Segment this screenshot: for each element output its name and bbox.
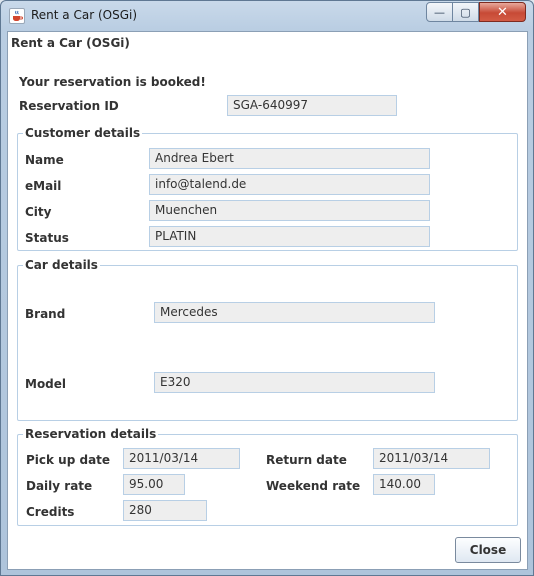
booking-message: Your reservation is booked! <box>19 75 206 89</box>
credits-label: Credits <box>26 505 75 519</box>
window-close-button[interactable]: ✕ <box>479 2 526 22</box>
weekend-rate-label: Weekend rate <box>266 479 361 493</box>
reservation-id-field[interactable]: SGA-640997 <box>227 95 397 116</box>
name-label: Name <box>25 153 64 167</box>
daily-rate-field[interactable]: 95.00 <box>123 474 185 495</box>
frame-title: Rent a Car (OSGi) <box>11 36 130 50</box>
java-cup-icon <box>9 8 25 24</box>
model-field[interactable]: E320 <box>154 372 435 393</box>
reservation-details-title: Reservation details <box>23 427 159 441</box>
customer-details-title: Customer details <box>23 126 143 140</box>
close-button[interactable]: Close <box>455 537 521 563</box>
credits-field[interactable]: 280 <box>123 500 207 521</box>
car-details-title: Car details <box>23 258 100 272</box>
content-pane: Rent a Car (OSGi) Your reservation is bo… <box>7 31 528 570</box>
brand-label: Brand <box>25 307 66 321</box>
minimize-icon: — <box>434 5 445 19</box>
status-label: Status <box>25 231 69 245</box>
return-date-label: Return date <box>266 453 347 467</box>
minimize-button[interactable]: — <box>426 2 453 22</box>
email-field[interactable]: info@talend.de <box>149 174 430 195</box>
reservation-id-label: Reservation ID <box>19 99 119 113</box>
app-window: Rent a Car (OSGi) — ▢ ✕ Rent a Car (OSGi… <box>0 0 534 576</box>
pickup-date-field[interactable]: 2011/03/14 <box>123 448 240 469</box>
window-title: Rent a Car (OSGi) <box>31 8 138 22</box>
return-date-field[interactable]: 2011/03/14 <box>373 448 490 469</box>
weekend-rate-field[interactable]: 140.00 <box>373 474 435 495</box>
city-field[interactable]: Muenchen <box>149 200 430 221</box>
title-bar[interactable]: Rent a Car (OSGi) — ▢ ✕ <box>1 1 533 31</box>
maximize-button[interactable]: ▢ <box>452 2 479 22</box>
customer-details-group: Customer details Name Andrea Ebert eMail… <box>17 126 518 251</box>
car-details-group: Car details Brand Mercedes Model E320 <box>17 258 518 421</box>
name-field[interactable]: Andrea Ebert <box>149 148 430 169</box>
daily-rate-label: Daily rate <box>26 479 93 493</box>
close-icon: ✕ <box>497 4 508 20</box>
brand-field[interactable]: Mercedes <box>154 302 435 323</box>
reservation-details-group: Reservation details Pick up date 2011/03… <box>17 427 518 526</box>
status-field[interactable]: PLATIN <box>149 226 430 247</box>
pickup-date-label: Pick up date <box>26 453 111 467</box>
model-label: Model <box>25 377 67 391</box>
maximize-icon: ▢ <box>460 5 471 19</box>
email-label: eMail <box>25 179 62 193</box>
city-label: City <box>25 205 52 219</box>
